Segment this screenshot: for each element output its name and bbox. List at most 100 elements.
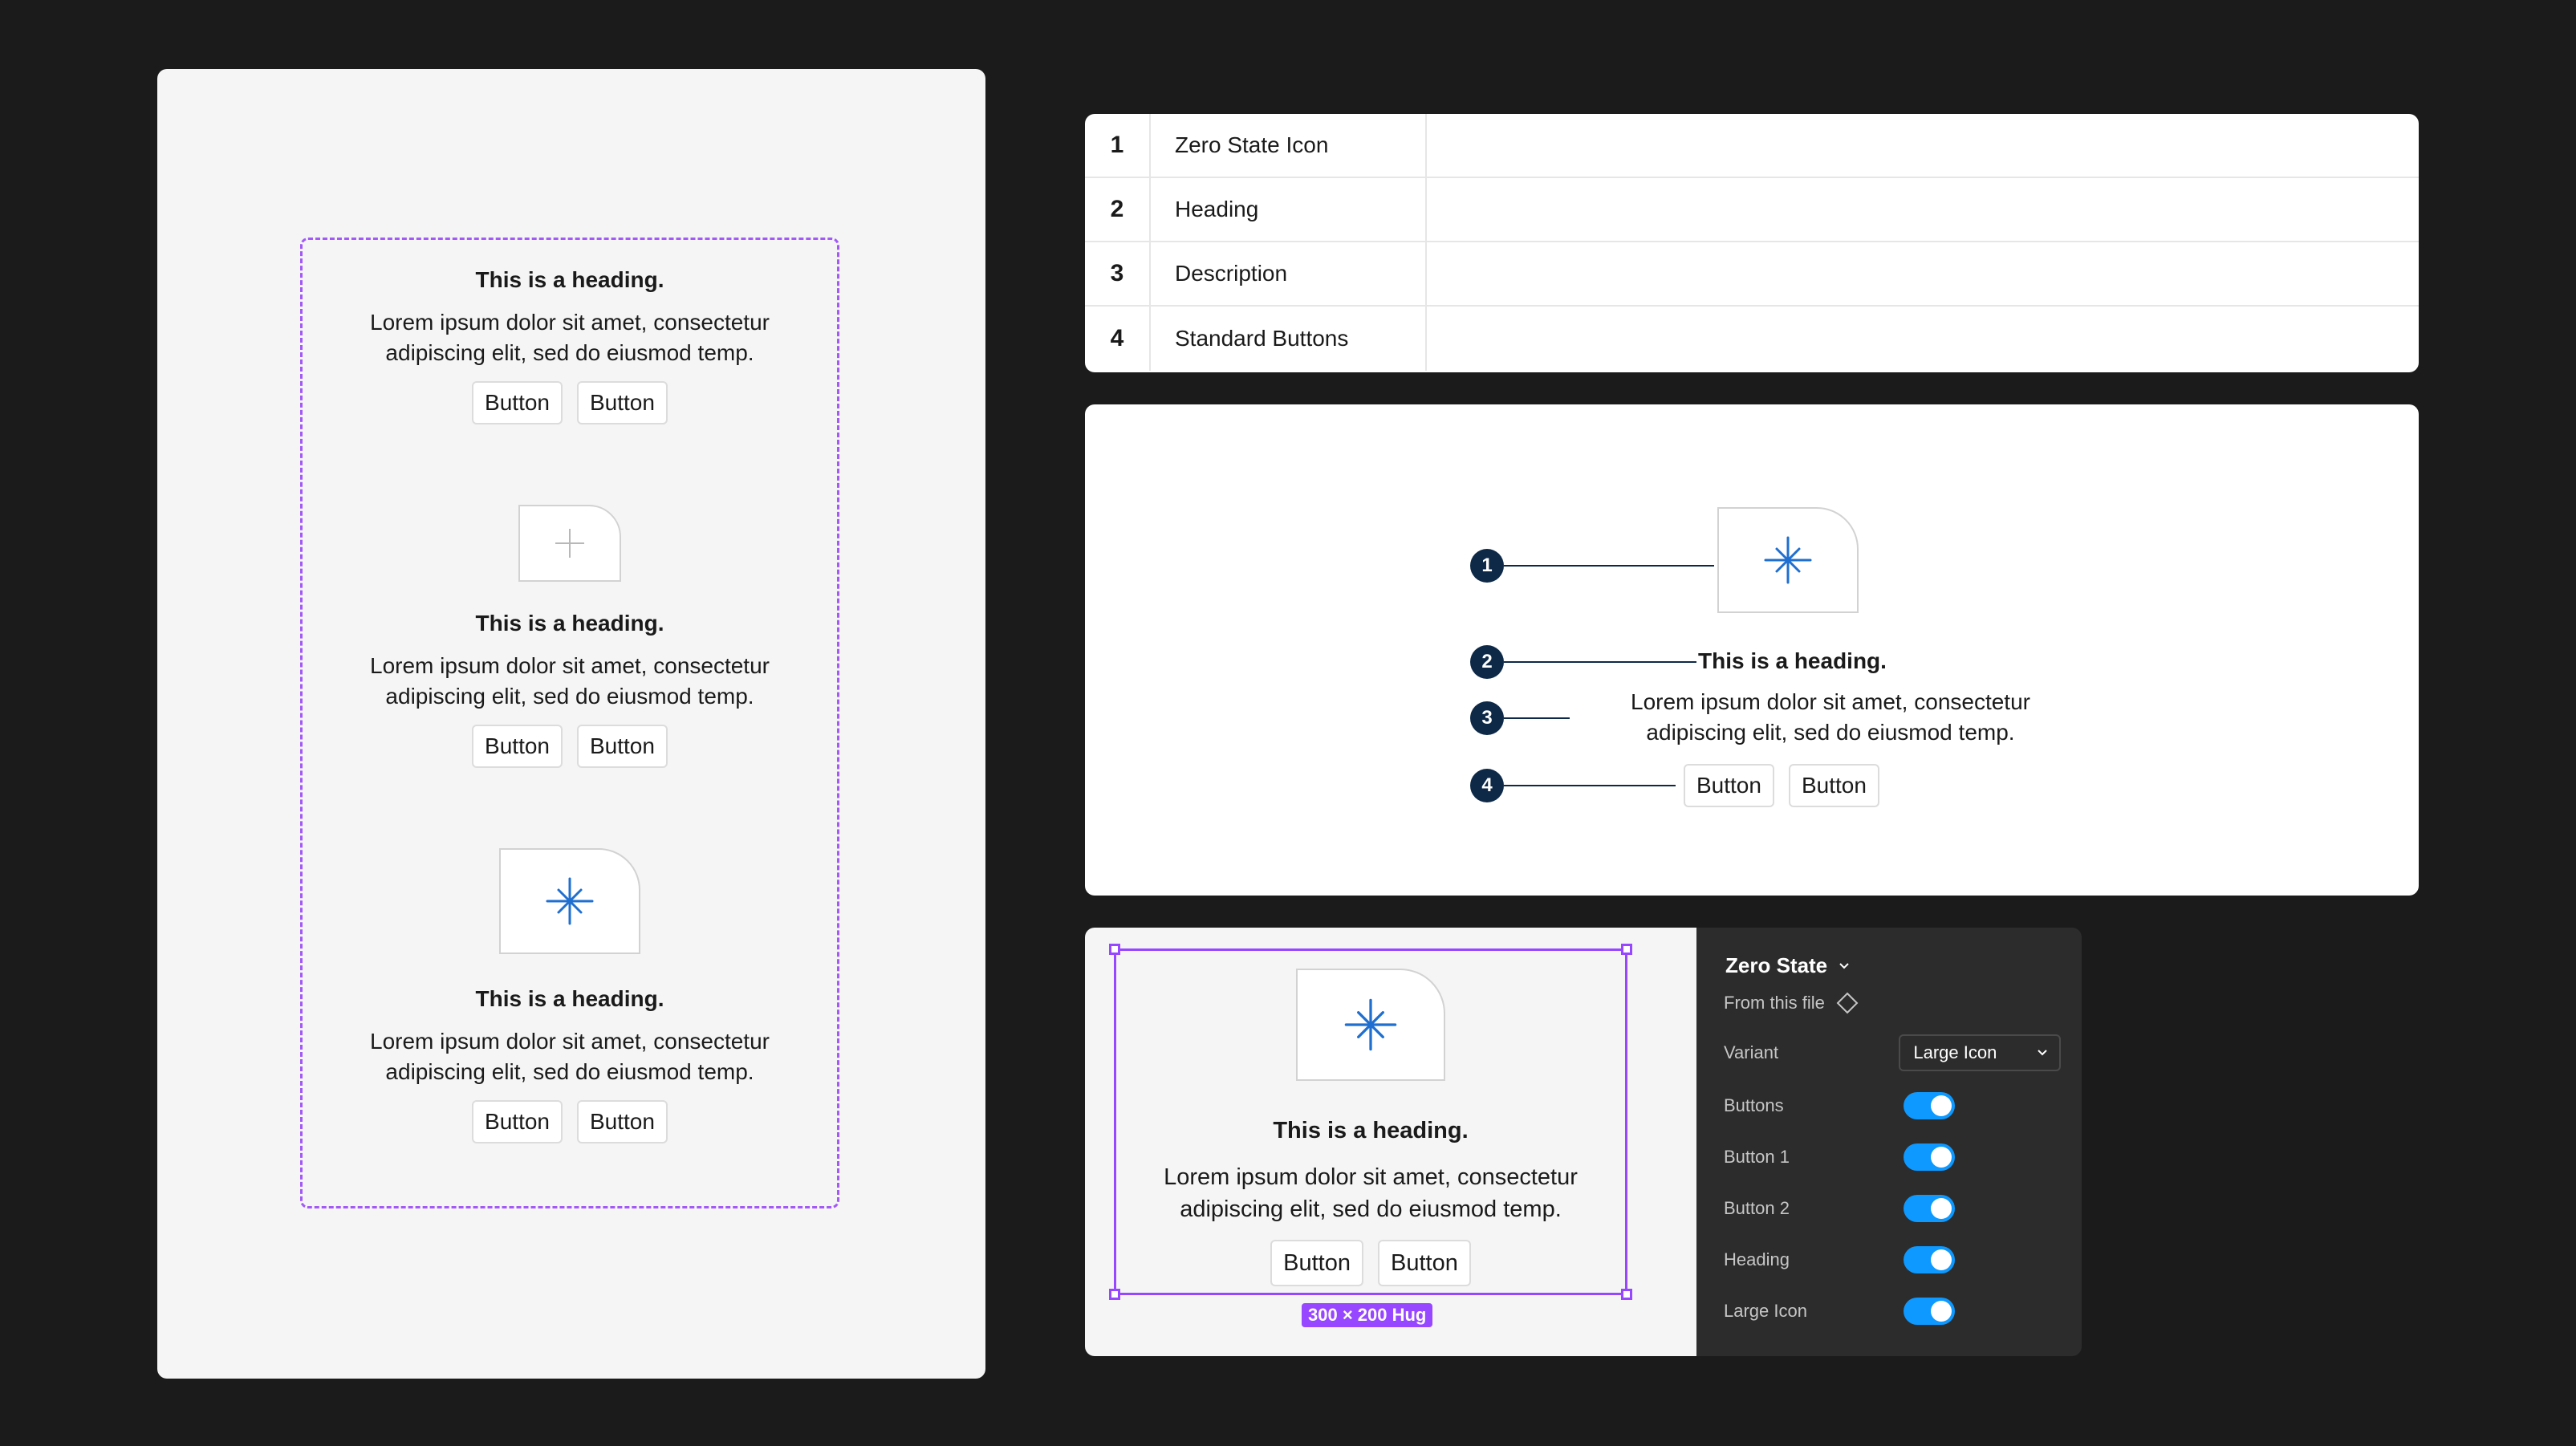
row-number: 4 — [1085, 307, 1151, 371]
plus-icon — [555, 529, 584, 558]
description: Lorem ipsum dolor sit amet, consectetur … — [1570, 687, 2091, 748]
toggle-row-heading: Heading — [1724, 1244, 2061, 1276]
heading: This is a heading. — [475, 986, 664, 1011]
zero-state-no-icon[interactable]: This is a heading. Lorem ipsum dolor sit… — [303, 266, 837, 424]
row-description — [1427, 114, 2419, 177]
row-description — [1427, 242, 2419, 305]
anatomy-marker-1: 1 — [1470, 549, 1504, 583]
button-1[interactable]: Button — [1684, 764, 1774, 807]
component-source[interactable]: From this file — [1724, 992, 1859, 1014]
button-2[interactable]: Button — [1788, 764, 1879, 807]
variants-panel: This is a heading. Lorem ipsum dolor sit… — [157, 69, 985, 1379]
size-badge: 300 × 200 Hug — [1302, 1303, 1433, 1327]
zero-state-icon-large — [1717, 507, 1859, 613]
row-description — [1427, 307, 2419, 371]
toggle-label: Large Icon — [1724, 1301, 1807, 1321]
anatomy-marker-2: 2 — [1470, 645, 1504, 679]
toggle-button-1[interactable] — [1904, 1143, 1955, 1171]
anatomy-diagram: 1 2 This is a heading. 3 Lorem ipsum dol… — [1085, 404, 2419, 896]
button-2[interactable]: Button — [1378, 1240, 1471, 1286]
selection-box[interactable]: This is a heading. Lorem ipsum dolor sit… — [1109, 944, 1632, 1300]
component-diamond-icon — [1836, 992, 1859, 1014]
resize-handle-top-right[interactable] — [1621, 944, 1632, 955]
button-2[interactable]: Button — [577, 725, 668, 768]
heading: This is a heading. — [1698, 648, 1887, 673]
table-row: 3 Description — [1085, 242, 2419, 307]
resize-handle-bottom-right[interactable] — [1621, 1289, 1632, 1300]
component-preview-canvas: This is a heading. Lorem ipsum dolor sit… — [1085, 928, 1696, 1356]
description: Lorem ipsum dolor sit amet, consectetur … — [370, 310, 770, 365]
zero-state-small-icon[interactable]: This is a heading. Lorem ipsum dolor sit… — [303, 505, 837, 768]
toggle-row-large-icon: Large Icon — [1724, 1295, 2061, 1327]
row-label: Description — [1151, 242, 1427, 305]
variant-label: Variant — [1724, 1042, 1779, 1062]
row-label: Zero State Icon — [1151, 114, 1427, 177]
chevron-down-icon — [2038, 1050, 2047, 1056]
standard-buttons: Button Button — [1270, 1240, 1471, 1286]
table-row: 4 Standard Buttons — [1085, 307, 2419, 371]
chevron-down-icon — [1839, 962, 1849, 969]
button-1[interactable]: Button — [1270, 1240, 1363, 1286]
toggle-label: Heading — [1724, 1249, 1790, 1269]
variants-component-set[interactable]: This is a heading. Lorem ipsum dolor sit… — [300, 238, 839, 1208]
table-row: 2 Heading — [1085, 178, 2419, 242]
variant-select[interactable]: Large Icon — [1899, 1034, 2061, 1071]
row-label: Standard Buttons — [1151, 307, 1427, 371]
resize-handle-bottom-left[interactable] — [1109, 1289, 1120, 1300]
zero-state-icon-large — [1296, 969, 1445, 1081]
properties-panel: Zero State From this file Variant Large … — [1696, 928, 2082, 1356]
row-number: 3 — [1085, 242, 1151, 305]
toggle-label: Button 1 — [1724, 1147, 1790, 1167]
description-line: Lorem ipsum dolor sit amet, consectetur — [1164, 1164, 1578, 1190]
source-label: From this file — [1724, 993, 1825, 1013]
leader-line-2 — [1504, 661, 1696, 663]
description-line: adipiscing elit, sed do eiusmod temp. — [1646, 720, 2015, 745]
toggle-row-buttons: Buttons — [1724, 1090, 2061, 1122]
component-name-dropdown[interactable]: Zero State — [1725, 953, 1850, 978]
standard-buttons: Button Button — [1684, 764, 1879, 807]
sparkle-icon — [546, 877, 594, 925]
zero-state-large-icon[interactable]: This is a heading. Lorem ipsum dolor sit… — [303, 848, 837, 1143]
sparkle-icon — [1764, 536, 1812, 584]
resize-handle-top-left[interactable] — [1109, 944, 1120, 955]
leader-line-3 — [1504, 717, 1570, 719]
zero-state-instance[interactable]: This is a heading. Lorem ipsum dolor sit… — [1116, 969, 1625, 1286]
description-line: adipiscing elit, sed do eiusmod temp. — [1180, 1196, 1562, 1222]
row-number: 1 — [1085, 114, 1151, 177]
toggle-label: Button 2 — [1724, 1198, 1790, 1218]
anatomy-table: 1 Zero State Icon 2 Heading 3 Descriptio… — [1085, 114, 2419, 372]
heading: This is a heading. — [475, 611, 664, 636]
button-2[interactable]: Button — [577, 1100, 668, 1143]
zero-state-icon-large — [499, 848, 640, 954]
button-2[interactable]: Button — [577, 381, 668, 424]
row-number: 2 — [1085, 178, 1151, 241]
heading: This is a heading. — [1273, 1118, 1469, 1143]
row-label: Heading — [1151, 178, 1427, 241]
toggle-button-2[interactable] — [1904, 1195, 1955, 1222]
row-description — [1427, 178, 2419, 241]
sparkle-icon — [1344, 998, 1397, 1051]
anatomy-marker-3: 3 — [1470, 701, 1504, 735]
variant-row: Variant Large Icon — [1724, 1034, 2061, 1071]
toggle-large-icon[interactable] — [1904, 1298, 1955, 1325]
description-line: Lorem ipsum dolor sit amet, consectetur — [1631, 689, 2030, 714]
table-row: 1 Zero State Icon — [1085, 114, 2419, 178]
button-1[interactable]: Button — [472, 381, 563, 424]
leader-line-1 — [1504, 565, 1714, 567]
toggle-row-button-1: Button 1 — [1724, 1141, 2061, 1173]
description: Lorem ipsum dolor sit amet, consectetur … — [1164, 1161, 1578, 1225]
variant-value: Large Icon — [1913, 1042, 1997, 1062]
button-1[interactable]: Button — [472, 1100, 563, 1143]
description: Lorem ipsum dolor sit amet, consectetur … — [370, 653, 770, 709]
toggle-buttons[interactable] — [1904, 1092, 1955, 1119]
leader-line-4 — [1504, 785, 1676, 786]
toggle-heading[interactable] — [1904, 1246, 1955, 1273]
toggle-label: Buttons — [1724, 1095, 1784, 1115]
anatomy-marker-4: 4 — [1470, 769, 1504, 802]
description: Lorem ipsum dolor sit amet, consectetur … — [370, 1029, 770, 1084]
button-1[interactable]: Button — [472, 725, 563, 768]
zero-state-icon-small — [518, 505, 621, 582]
component-name: Zero State — [1725, 953, 1828, 977]
toggle-row-button-2: Button 2 — [1724, 1192, 2061, 1225]
heading: This is a heading. — [475, 267, 664, 292]
